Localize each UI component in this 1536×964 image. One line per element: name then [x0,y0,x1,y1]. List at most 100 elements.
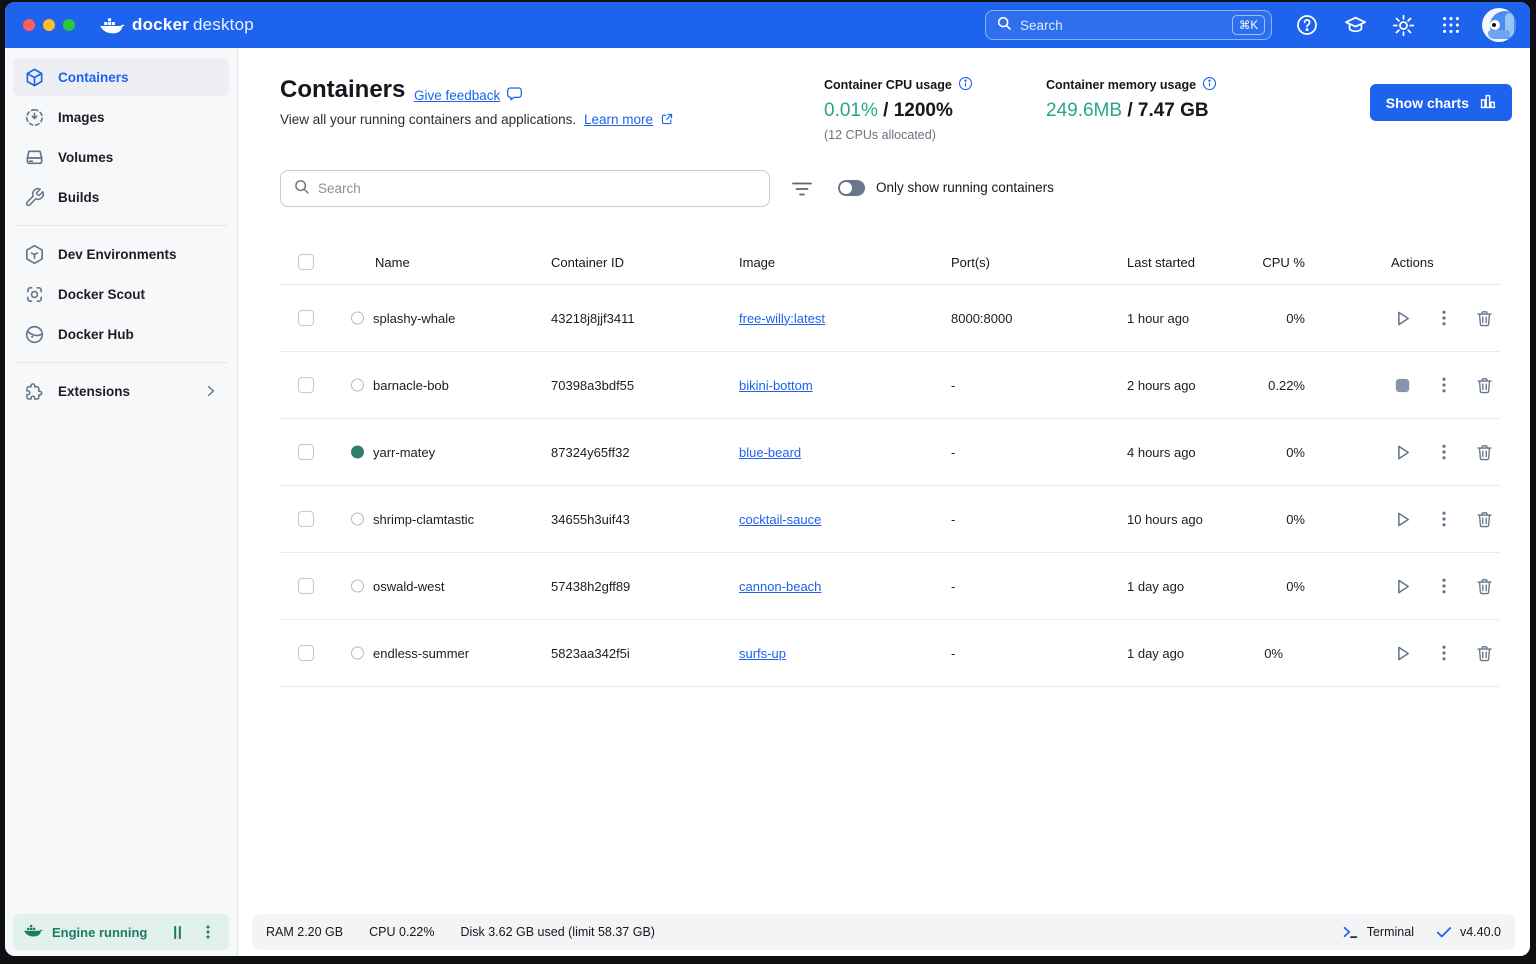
sidebar-item-extensions[interactable]: Extensions [13,372,229,410]
image-link[interactable]: blue-beard [739,419,801,485]
global-search[interactable]: ⌘K [985,10,1272,40]
search-shortcut-badge: ⌘K [1232,15,1265,35]
row-checkbox[interactable] [298,578,314,594]
global-search-input[interactable] [1020,18,1224,33]
settings-gear-icon[interactable] [1386,8,1420,42]
table-row: splashy-whale 43218j8jjf3411 free-willy:… [280,285,1500,352]
memory-usage-value: 249.6MB [1046,100,1122,121]
zoom-window-button[interactable] [63,19,75,31]
sidebar-item-containers[interactable]: Containers [13,58,229,96]
search-icon [293,178,310,200]
running-only-toggle-label: Only show running containers [876,180,1054,195]
row-kebab-menu-button[interactable] [1430,438,1458,466]
table-header: Name Container ID Image Port(s) Last sta… [280,240,1500,285]
sidebar-item-label: Builds [58,190,99,205]
row-checkbox[interactable] [298,511,314,527]
play-container-button[interactable] [1388,304,1416,332]
row-checkbox[interactable] [298,645,314,661]
row-kebab-menu-button[interactable] [1430,572,1458,600]
container-id: 70398a3bdf55 [551,352,634,418]
sidebar-item-label: Images [58,110,105,125]
cpu-percent: 0% [1185,553,1305,619]
engine-status-label: Engine running [52,925,157,940]
delete-container-button[interactable] [1470,505,1498,533]
extensions-icon [23,380,45,402]
engine-kebab-menu-button[interactable] [197,921,219,943]
container-search[interactable] [280,170,770,207]
delete-container-button[interactable] [1470,438,1498,466]
images-icon [23,106,45,128]
sidebar-item-builds[interactable]: Builds [13,178,229,216]
row-kebab-menu-button[interactable] [1430,639,1458,667]
image-link[interactable]: free-willy:latest [739,285,825,351]
row-kebab-menu-button[interactable] [1430,304,1458,332]
minimize-window-button[interactable] [43,19,55,31]
delete-container-button[interactable] [1470,304,1498,332]
container-id: 43218j8jjf3411 [551,285,635,351]
image-link[interactable]: surfs-up [739,620,786,686]
info-icon[interactable] [958,76,973,94]
user-avatar[interactable] [1482,8,1516,42]
memory-usage-stat: Container memory usage 249.6MB / 7.47 GB [1046,76,1217,122]
window-controls [23,19,75,31]
terminal-icon [1342,924,1359,940]
help-icon[interactable] [1290,8,1324,42]
cpu-allocated-note: (12 CPUs allocated) [824,128,973,142]
row-checkbox[interactable] [298,377,314,393]
delete-container-button[interactable] [1470,371,1498,399]
main-content: Containers Give feedback View all your r… [238,48,1530,956]
cpu-usage-value: 0.01% [824,100,878,121]
filter-icon[interactable] [790,178,814,200]
show-charts-button[interactable]: Show charts [1370,84,1512,121]
info-icon[interactable] [1202,76,1217,94]
sidebar-divider [15,225,227,226]
learning-center-icon[interactable] [1338,8,1372,42]
sidebar-item-label: Docker Hub [58,327,134,342]
cpu-usage-stat: Container CPU usage 0.01% / 1200% (12 CP… [824,76,973,142]
row-checkbox[interactable] [298,444,314,460]
terminal-button[interactable]: Terminal [1367,925,1414,939]
sidebar-item-volumes[interactable]: Volumes [13,138,229,176]
delete-container-button[interactable] [1470,639,1498,667]
container-status-icon [351,446,364,459]
play-container-button[interactable] [1388,572,1416,600]
page-title: Containers [280,76,405,104]
running-only-toggle[interactable] [838,180,865,196]
container-search-input[interactable] [318,181,757,196]
image-link[interactable]: bikini-bottom [739,352,813,418]
container-id: 34655h3uif43 [551,486,630,552]
play-container-button[interactable] [1388,438,1416,466]
column-header-image: Image [739,240,775,284]
image-link[interactable]: cannon-beach [739,553,821,619]
row-kebab-menu-button[interactable] [1430,505,1458,533]
container-name: barnacle-bob [373,352,449,418]
stop-container-button[interactable] [1388,371,1416,399]
column-header-ports: Port(s) [951,240,990,284]
sidebar-item-docker-scout[interactable]: Docker Scout [13,275,229,313]
delete-container-button[interactable] [1470,572,1498,600]
select-all-checkbox[interactable] [298,254,314,270]
row-checkbox[interactable] [298,310,314,326]
cpu-percent: 0% [1163,620,1283,686]
sidebar-item-dev-environments[interactable]: Dev Environments [13,235,229,273]
learn-more-link[interactable]: Learn more [584,112,653,127]
give-feedback: Give feedback [414,85,523,105]
table-row: endless-summer 5823aa342f5i surfs-up - 1… [280,620,1500,687]
sidebar-item-images[interactable]: Images [13,98,229,136]
play-container-button[interactable] [1388,639,1416,667]
row-kebab-menu-button[interactable] [1430,371,1458,399]
builds-icon [23,186,45,208]
close-window-button[interactable] [23,19,35,31]
container-ports: - [951,352,955,418]
play-container-button[interactable] [1388,505,1416,533]
containers-icon [23,66,45,88]
give-feedback-link[interactable]: Give feedback [414,88,500,103]
app-title: dockerdesktop [132,15,254,35]
pause-engine-button[interactable] [166,921,188,943]
sidebar-item-docker-hub[interactable]: Docker Hub [13,315,229,353]
image-link[interactable]: cocktail-sauce [739,486,821,552]
apps-grid-icon[interactable] [1434,8,1468,42]
top-bar: dockerdesktop ⌘K [5,2,1530,48]
sidebar-item-label: Extensions [58,384,130,399]
cpu-usage: CPU 0.22% [369,925,434,939]
